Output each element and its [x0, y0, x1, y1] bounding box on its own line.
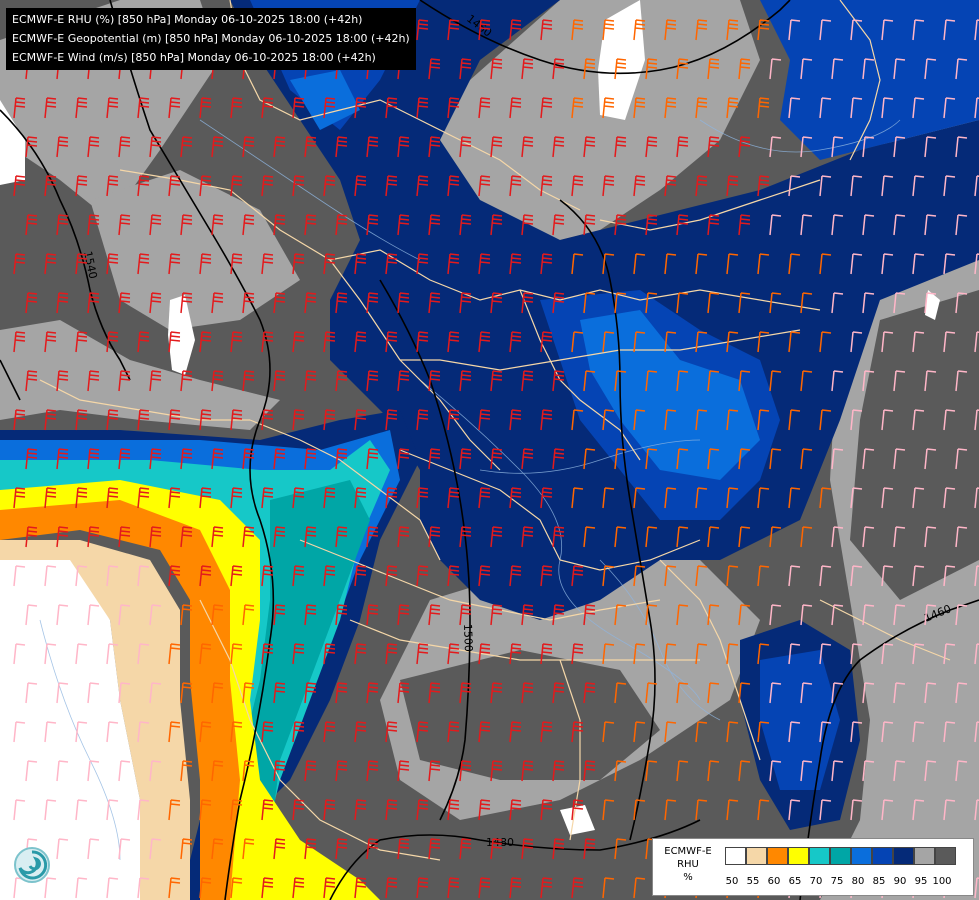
- ecmwf-swirl-icon: [12, 842, 52, 888]
- legend-title-unit: %: [683, 872, 693, 883]
- legend-swatch: [872, 847, 893, 865]
- legend-swatch: [893, 847, 914, 865]
- title-geopotential: ECMWF-E Geopotential (m) [850 hPa] Monda…: [12, 32, 410, 45]
- legend-swatch: [746, 847, 767, 865]
- legend-swatch: [830, 847, 851, 865]
- legend-swatch: [914, 847, 935, 865]
- contour-label-1500-centre: 1500: [461, 624, 475, 652]
- weather-map: 1460 1540 1500 1460 1480 ECMWF-E RHU (%)…: [0, 0, 979, 900]
- legend-swatch: [935, 847, 956, 865]
- title-wind: ECMWF-E Wind (m/s) [850 hPa] Monday 06-1…: [12, 51, 376, 64]
- legend-swatch: [809, 847, 830, 865]
- legend-title-variable: RHU: [677, 859, 699, 870]
- title-rhu: ECMWF-E RHU (%) [850 hPa] Monday 06-10-2…: [12, 13, 363, 26]
- map-canvas: 1460 1540 1500 1460 1480: [0, 0, 979, 900]
- legend-swatch: [851, 847, 872, 865]
- legend-title-model: ECMWF-E: [664, 846, 712, 857]
- legend-swatch: [725, 847, 746, 865]
- legend-tick-label: 100: [932, 876, 952, 887]
- legend-swatch: [767, 847, 788, 865]
- map-title-box: ECMWF-E RHU (%) [850 hPa] Monday 06-10-2…: [6, 8, 416, 70]
- legend-swatch: [788, 847, 809, 865]
- legend-title: ECMWF-E RHU %: [657, 845, 719, 884]
- humidity-legend: ECMWF-E RHU % 50 55 60 65 70 75 80 85 90 95 100: [652, 838, 974, 896]
- humidity-fill-layer: [0, 0, 979, 900]
